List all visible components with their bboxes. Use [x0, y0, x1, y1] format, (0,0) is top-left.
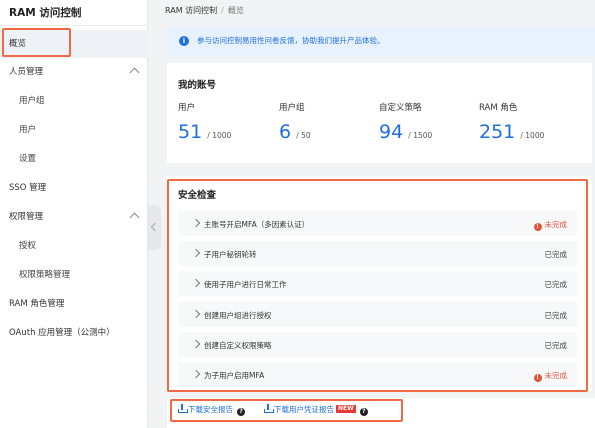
stat-value[interactable]: 251 [479, 121, 515, 143]
download-icon [264, 404, 274, 413]
sidebar: RAM 访问控制 概览 人员管理 用户组 用户 设置 SSO 管理 权限管理 授… [0, 0, 148, 428]
stat-label: 自定义策略 [379, 103, 422, 113]
highlight-box-overview [2, 28, 71, 57]
stat-custom-policies: 自定义策略 94 / 1500 [379, 101, 432, 143]
sidebar-item-label: 用户组 [19, 96, 45, 106]
info-icon: i [179, 36, 189, 46]
download-security-report[interactable]: 下载安全报告? [178, 404, 245, 416]
highlight-box-security [167, 179, 588, 392]
sidebar-item-label: 人员管理 [9, 67, 44, 77]
stat-limit: / 1000 [520, 131, 545, 140]
notice-text[interactable]: 参与访问控制易用性问卷反馈，协助我们提升产品体验。 [197, 35, 385, 46]
chevron-left-icon [150, 222, 160, 232]
stat-value[interactable]: 6 [279, 121, 291, 143]
account-title: 我的账号 [178, 80, 217, 91]
stat-users: 用户 51 / 1000 [178, 101, 231, 143]
sidebar-item-label: OAuth 应用管理（公测中） [9, 328, 115, 338]
sidebar-item-label: SSO 管理 [9, 183, 47, 193]
sidebar-item-label: RAM 角色管理 [9, 299, 65, 309]
sidebar-item-label: 权限管理 [9, 212, 44, 222]
sidebar-item-people-management[interactable]: 人员管理 [0, 58, 148, 86]
download-credential-report[interactable]: 下载用户凭证报告 NEW? [264, 404, 368, 416]
chevron-up-icon [129, 212, 140, 223]
help-icon[interactable]: ? [359, 408, 368, 416]
chevron-up-icon [129, 67, 140, 78]
sidebar-item-label: 设置 [19, 154, 37, 164]
notice-banner: i 参与访问控制易用性问卷反馈，协助我们提升产品体验。 [167, 27, 595, 55]
sidebar-item-label: 用户 [19, 125, 37, 135]
sidebar-item-label: 授权 [19, 241, 37, 251]
sidebar-item-sso[interactable]: SSO 管理 [0, 174, 148, 202]
app-title: RAM 访问控制 [0, 0, 147, 26]
sidebar-item-oauth-apps[interactable]: OAuth 应用管理（公测中） [0, 319, 148, 347]
stat-label: 用户组 [279, 103, 305, 113]
stat-value[interactable]: 51 [178, 121, 202, 143]
sidebar-item-policies[interactable]: 权限策略管理 [0, 261, 148, 289]
stat-label: 用户 [178, 103, 196, 113]
sidebar-collapse-handle[interactable] [148, 205, 161, 250]
stat-limit: / 50 [296, 131, 311, 140]
stat-user-groups: 用户组 6 / 50 [279, 101, 311, 143]
stat-limit: / 1000 [207, 131, 232, 140]
stat-value[interactable]: 94 [379, 121, 403, 143]
stat-ram-roles: RAM 角色 251 / 1000 [479, 101, 544, 143]
sidebar-item-users[interactable]: 用户 [0, 116, 148, 144]
download-security-report-label: 下载安全报告 [188, 405, 233, 414]
breadcrumb-root[interactable]: RAM 访问控制 [165, 6, 217, 15]
sidebar-item-ram-roles[interactable]: RAM 角色管理 [0, 290, 148, 318]
help-icon[interactable]: ? [237, 408, 245, 416]
download-credential-report-label: 下载用户凭证报告 [274, 405, 334, 414]
download-icon [178, 404, 188, 413]
breadcrumb-separator: / [221, 6, 224, 15]
breadcrumb-current: 概览 [227, 6, 244, 15]
sidebar-item-label: 权限策略管理 [19, 270, 71, 280]
new-badge: NEW [336, 405, 356, 413]
sidebar-item-settings[interactable]: 设置 [0, 145, 148, 173]
breadcrumb: RAM 访问控制 / 概览 [165, 5, 244, 16]
sidebar-item-grants[interactable]: 授权 [0, 232, 148, 260]
stat-limit: / 1500 [408, 131, 433, 140]
sidebar-item-permission-management[interactable]: 权限管理 [0, 203, 148, 231]
sidebar-item-user-groups[interactable]: 用户组 [0, 87, 148, 115]
stat-label: RAM 角色 [479, 103, 518, 113]
account-card: 我的账号 用户 51 / 1000 用户组 6 / 50 自定义策略 94 / … [167, 63, 592, 163]
